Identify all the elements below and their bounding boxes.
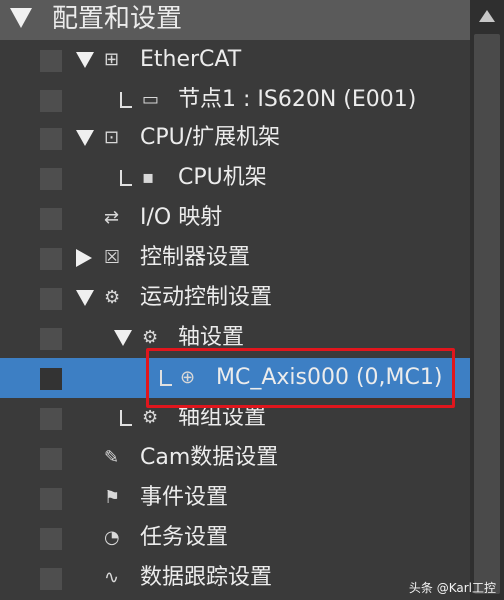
tree-item-label: CPU/扩展机架 — [140, 125, 281, 150]
scrollbar-thumb[interactable] — [474, 34, 500, 594]
tree-item-controller-settings[interactable]: ☒ 控制器设置 — [0, 238, 470, 278]
tree-item-trace-settings[interactable]: ∿ 数据跟踪设置 — [0, 558, 470, 598]
tree-item-label: 控制器设置 — [140, 245, 251, 270]
scroll-up-arrow-icon[interactable] — [479, 10, 495, 22]
expand-arrow-down-icon[interactable] — [114, 330, 132, 346]
watermark: 头条 @Karl工控 — [408, 581, 496, 595]
tree-root-title: 配置和设置 — [52, 4, 183, 34]
cpu-frame-icon: ▪ — [142, 167, 155, 188]
tree-item-ethercat[interactable]: ⊞ EtherCAT — [0, 40, 470, 80]
tree-item-checkbox[interactable] — [40, 50, 62, 72]
tree-item-label: 任务设置 — [140, 525, 229, 550]
tree-item-label: 事件设置 — [140, 485, 229, 510]
tree-item-label: 数据跟踪设置 — [140, 565, 273, 590]
red-highlight-box — [146, 348, 455, 408]
flag-icon: ⚑ — [104, 487, 121, 508]
tree-item-label: 运动控制设置 — [140, 285, 273, 310]
node-icon: ▭ — [142, 89, 160, 110]
tree-item-motion-settings[interactable]: ⚙ 运动控制设置 — [0, 278, 470, 318]
tree-item-checkbox[interactable] — [40, 368, 62, 390]
expand-arrow-right-icon[interactable] — [76, 249, 92, 267]
tree-connector-icon — [120, 410, 132, 426]
tree-item-label: Cam数据设置 — [140, 445, 279, 470]
tree-item-cpu-rack[interactable]: ⊡ CPU/扩展机架 — [0, 118, 470, 158]
expand-arrow-down-icon[interactable] — [76, 52, 94, 68]
tree-item-task-settings[interactable]: ◔ 任务设置 — [0, 518, 470, 558]
collapse-arrow-icon[interactable] — [10, 8, 32, 28]
rack-icon: ⊡ — [104, 127, 120, 148]
cam-icon: ✎ — [104, 447, 120, 468]
gear-icon: ⚙ — [142, 327, 159, 348]
expand-arrow-down-icon[interactable] — [76, 130, 94, 146]
tree-item-checkbox[interactable] — [40, 168, 62, 190]
tree-item-event-settings[interactable]: ⚑ 事件设置 — [0, 478, 470, 518]
tree-item-label: EtherCAT — [140, 47, 242, 72]
tree-item-checkbox[interactable] — [40, 128, 62, 150]
tree-item-checkbox[interactable] — [40, 528, 62, 550]
expand-arrow-down-icon[interactable] — [76, 290, 94, 306]
tree-item-label: 节点1 : IS620N (E001) — [178, 87, 417, 112]
controller-icon: ☒ — [104, 247, 121, 268]
tree-item-cpu-frame[interactable]: ▪ CPU机架 — [0, 158, 470, 198]
tree-header-row[interactable]: 配置和设置 — [0, 0, 470, 40]
gear-icon: ⚙ — [104, 287, 121, 308]
tree-item-checkbox[interactable] — [40, 288, 62, 310]
trace-icon: ∿ — [104, 567, 120, 588]
task-icon: ◔ — [104, 527, 120, 548]
tree-item-label: I/O 映射 — [140, 205, 223, 230]
tree-item-checkbox[interactable] — [40, 568, 62, 590]
tree-item-io-map[interactable]: ⇄ I/O 映射 — [0, 198, 470, 238]
tree-item-cam-data[interactable]: ✎ Cam数据设置 — [0, 438, 470, 478]
ethercat-icon: ⊞ — [104, 49, 120, 70]
tree-item-label: 轴组设置 — [178, 405, 267, 430]
tree-connector-icon — [120, 170, 132, 186]
tree-item-node1[interactable]: ▭ 节点1 : IS620N (E001) — [0, 80, 470, 120]
tree-item-checkbox[interactable] — [40, 488, 62, 510]
tree-item-checkbox[interactable] — [40, 90, 62, 112]
tree-item-label: CPU机架 — [178, 165, 267, 190]
tree-item-checkbox[interactable] — [40, 448, 62, 470]
tree-item-checkbox[interactable] — [40, 208, 62, 230]
io-map-icon: ⇄ — [104, 207, 120, 228]
tree-connector-icon — [120, 92, 132, 108]
tree-item-checkbox[interactable] — [40, 248, 62, 270]
tree-item-checkbox[interactable] — [40, 328, 62, 350]
axis-group-icon: ⚙ — [142, 407, 159, 428]
tree-item-checkbox[interactable] — [40, 408, 62, 430]
